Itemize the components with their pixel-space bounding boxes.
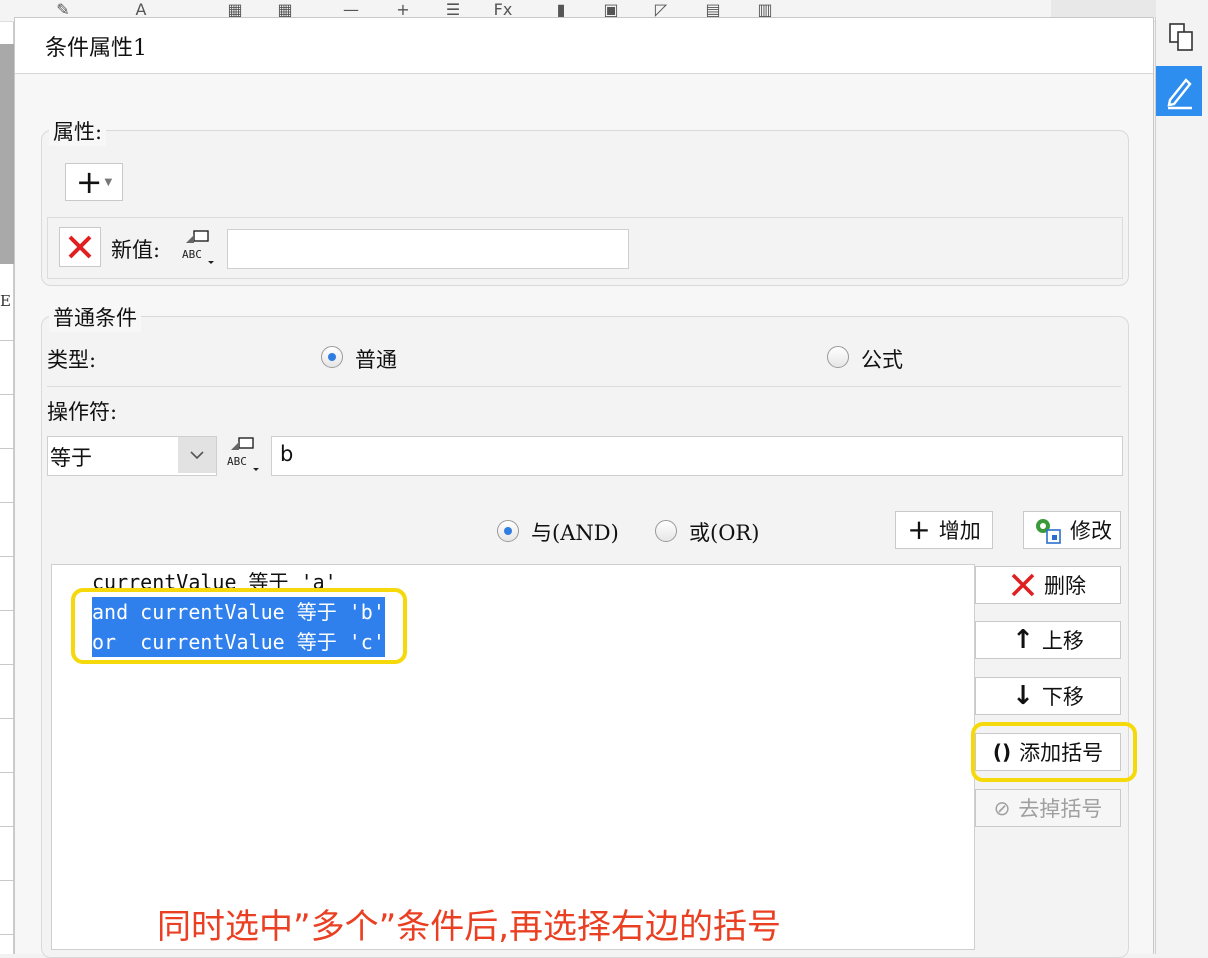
row-gridline: [0, 394, 14, 395]
chevron-down-icon: ▼: [104, 176, 113, 188]
remove-property-button[interactable]: [59, 227, 101, 267]
operator-dropdown-button[interactable]: [178, 437, 216, 473]
add-button-label: 增加: [938, 519, 981, 543]
dialog-title-bar[interactable]: 条件属性1: [15, 18, 1153, 74]
divider: [47, 386, 1121, 387]
right-side-panel: [1051, 0, 1208, 954]
logic-radio-and[interactable]: [497, 520, 519, 542]
value-input[interactable]: b: [271, 436, 1123, 476]
operator-label: 操作符:: [47, 400, 118, 424]
plus-icon: +: [75, 163, 103, 201]
background-sheet: E: [0, 22, 14, 954]
arrow-up-icon: ↑: [1012, 625, 1034, 655]
type-option-formula[interactable]: 公式: [861, 344, 903, 374]
edit-tab[interactable]: [1156, 66, 1202, 116]
delete-x-icon: [68, 235, 92, 259]
selection-highlight-frame: [71, 588, 407, 664]
operator-value: 等于: [50, 446, 92, 470]
add-bracket-highlight-frame: [971, 722, 1137, 782]
modify-button-label: 修改: [1070, 519, 1112, 543]
type-label: 类型:: [47, 348, 97, 372]
logic-option-or[interactable]: 或(OR): [689, 517, 759, 547]
type-radio-formula[interactable]: [827, 346, 849, 368]
annotation-text: 同时选中”多个”条件后,再选择右边的括号: [157, 907, 782, 947]
row-gridline: [0, 880, 14, 881]
arrow-down-icon: ↓: [1012, 681, 1034, 711]
dialog-body: 属性: + ▼ 新值: ABC 普通条件 类型: 普通 公式 操作符: 等于 A…: [15, 74, 1153, 958]
dialog-title: 条件属性1: [45, 36, 147, 61]
row-gridline: [0, 610, 14, 611]
move-down-label: 下移: [1041, 685, 1084, 709]
row-gridline: [0, 556, 14, 557]
modify-gear-icon: [1036, 519, 1061, 544]
delete-x-icon: [1011, 573, 1035, 597]
remove-bracket-icon: ⊘: [993, 796, 1011, 820]
chevron-down-icon: [190, 451, 204, 460]
row-gridline: [0, 340, 14, 341]
row-gridline: [0, 718, 14, 719]
sheet-header-strip: [0, 44, 14, 264]
abc-type-icon[interactable]: ABC: [180, 229, 214, 265]
modify-button[interactable]: 修改: [1023, 511, 1121, 549]
remove-bracket-label: 去掉括号: [1018, 797, 1103, 821]
plus-icon: +: [907, 513, 931, 546]
column-letter: E: [0, 292, 11, 310]
operator-select[interactable]: 等于: [47, 436, 217, 476]
radio-dot: [504, 527, 512, 535]
condition-properties-dialog: 条件属性1 属性: + ▼ 新值: ABC 普通条件 类型: 普通 公式 操作符…: [14, 17, 1154, 958]
move-up-label: 上移: [1041, 629, 1084, 653]
value-input-text: b: [280, 442, 294, 466]
row-gridline: [0, 448, 14, 449]
row-gridline: [0, 664, 14, 665]
row-gridline: [0, 772, 14, 773]
move-down-button[interactable]: ↓ 下移: [975, 677, 1121, 715]
logic-option-and[interactable]: 与(AND): [531, 517, 619, 547]
svg-text:ABC: ABC: [227, 455, 247, 468]
remove-bracket-button[interactable]: ⊘ 去掉括号: [975, 789, 1121, 827]
svg-text:ABC: ABC: [182, 248, 202, 261]
logic-radio-or[interactable]: [655, 520, 677, 542]
pencil-icon: [1167, 78, 1192, 110]
row-gridline: [0, 502, 14, 503]
abc-type-icon[interactable]: ABC: [225, 436, 259, 472]
copy-icon[interactable]: [1168, 22, 1194, 52]
panel-header: [1051, 0, 1156, 17]
add-property-button[interactable]: + ▼: [65, 163, 123, 201]
properties-legend: 属性:: [49, 116, 107, 146]
type-option-normal[interactable]: 普通: [355, 344, 397, 374]
abc-icon: ABC: [182, 230, 214, 264]
abc-icon: ABC: [227, 437, 259, 471]
add-button[interactable]: + 增加: [895, 511, 993, 549]
radio-dot: [328, 353, 336, 361]
row-gridline: [0, 826, 14, 827]
new-value-input[interactable]: [227, 229, 629, 269]
type-radio-normal[interactable]: [321, 346, 343, 368]
delete-button[interactable]: 删除: [975, 566, 1121, 604]
move-up-button[interactable]: ↑ 上移: [975, 621, 1121, 659]
new-value-label: 新值:: [111, 238, 161, 262]
condition-legend: 普通条件: [49, 302, 141, 332]
row-gridline: [0, 934, 14, 935]
delete-button-label: 删除: [1044, 574, 1086, 598]
